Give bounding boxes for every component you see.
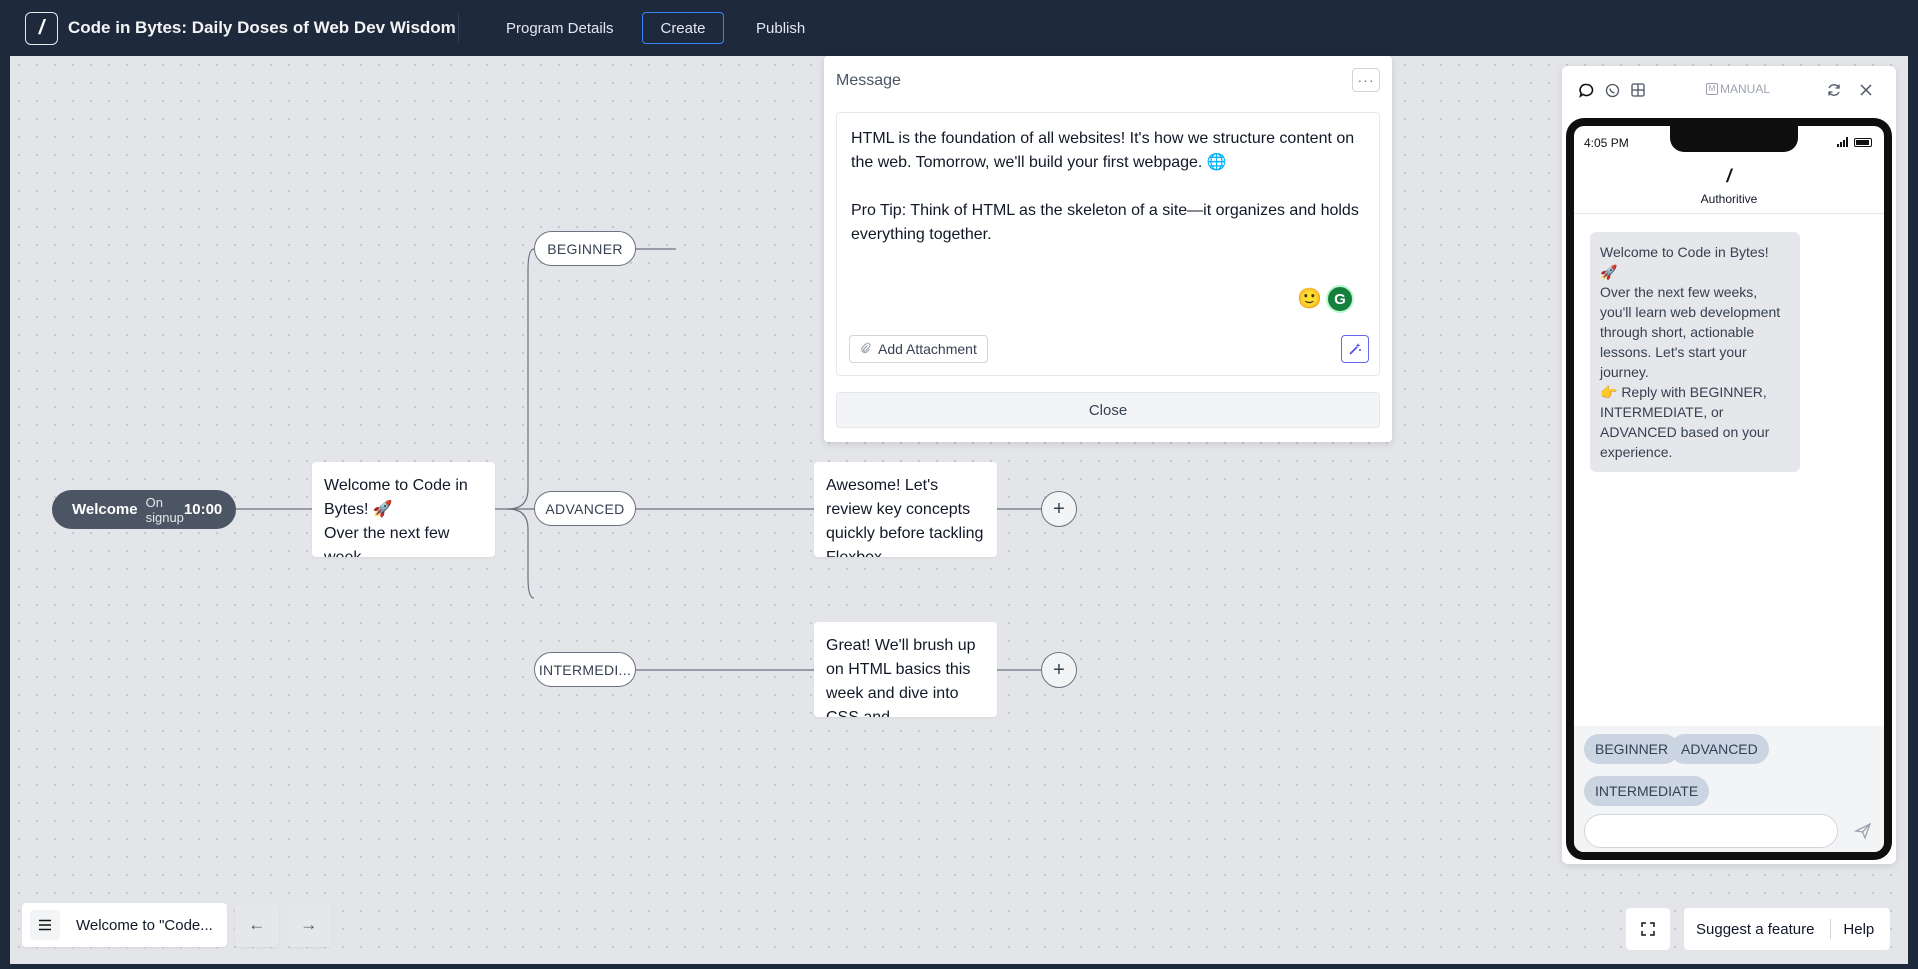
manual-mode-toggle[interactable]: M MANUAL xyxy=(1706,82,1770,96)
message-node-intermediate[interactable]: Great! We'll brush up on HTML basics thi… xyxy=(814,622,997,717)
tab-program-details[interactable]: Program Details xyxy=(491,12,629,44)
message-text[interactable]: HTML is the foundation of all websites! … xyxy=(851,127,1361,271)
chat-message-text: Welcome to Code in Bytes! 🚀 Over the nex… xyxy=(1600,244,1781,460)
branch-pill-advanced[interactable]: ADVANCED xyxy=(534,491,636,526)
signal-icon xyxy=(1837,137,1848,147)
breadcrumb-label: Welcome to "Code... xyxy=(76,916,213,934)
help-links: Suggest a feature Help xyxy=(1684,908,1891,950)
app-logo-icon[interactable]: / xyxy=(25,12,58,45)
top-bar: / Code in Bytes: Daily Doses of Web Dev … xyxy=(0,0,1918,56)
tab-publish[interactable]: Publish xyxy=(741,12,820,44)
emoji-picker-icon[interactable]: 🙂 xyxy=(1297,287,1322,311)
trigger-node-welcome[interactable]: Welcome On signup 10:00 xyxy=(52,490,236,529)
quick-reply-intermediate[interactable]: INTERMEDIATE xyxy=(1584,776,1710,806)
sender-name: Authoritive xyxy=(1700,192,1758,206)
top-divider xyxy=(458,14,459,42)
phone-preview-panel: M MANUAL 4:05 PM / Authoritive Welcome t… xyxy=(1562,66,1896,864)
phone-screen: 4:05 PM / Authoritive Welcome to Code in… xyxy=(1574,126,1884,852)
whatsapp-icon[interactable] xyxy=(1602,80,1622,100)
send-icon[interactable] xyxy=(1853,822,1872,840)
manual-mode-icon: M xyxy=(1706,83,1718,95)
branch-pill-beginner[interactable]: BEGINNER xyxy=(534,231,636,266)
hamburger-menu-icon[interactable] xyxy=(30,910,60,940)
fullscreen-icon[interactable] xyxy=(1626,908,1670,950)
phone-notch xyxy=(1670,126,1798,152)
preview-toolbar: M MANUAL xyxy=(1562,66,1896,116)
add-attachment-button[interactable]: Add Attachment xyxy=(849,335,988,363)
add-attachment-label: Add Attachment xyxy=(878,341,977,357)
status-icons xyxy=(1837,137,1872,147)
help-link[interactable]: Help xyxy=(1831,921,1890,938)
chat-message-bubble: Welcome to Code in Bytes! 🚀 Over the nex… xyxy=(1590,232,1800,472)
editor-title: Message xyxy=(836,72,901,89)
program-title: Code in Bytes: Daily Doses of Web Dev Wi… xyxy=(68,18,456,37)
close-preview-icon[interactable] xyxy=(1856,80,1876,100)
message-node-advanced[interactable]: Awesome! Let's review key concepts quick… xyxy=(814,462,997,557)
grammarly-icon[interactable]: G xyxy=(1326,285,1354,313)
refresh-icon[interactable] xyxy=(1824,80,1844,100)
ai-magic-wand-icon[interactable] xyxy=(1341,335,1369,363)
add-step-intermediate-button[interactable]: + xyxy=(1041,652,1077,688)
add-step-advanced-button[interactable]: + xyxy=(1041,491,1077,527)
breadcrumb[interactable]: Welcome to "Code... xyxy=(22,903,227,947)
paperclip-icon xyxy=(860,342,872,357)
branch-pill-intermediate[interactable]: INTERMEDI... xyxy=(534,652,636,687)
trigger-subtitle: On signup xyxy=(145,494,184,525)
grid-layout-icon[interactable] xyxy=(1628,80,1648,100)
message-paragraph: Pro Tip: Think of HTML as the skeleton o… xyxy=(851,202,1359,243)
message-paragraph: HTML is the foundation of all websites! … xyxy=(851,130,1355,171)
battery-icon xyxy=(1854,137,1872,147)
close-editor-button[interactable]: Close xyxy=(836,392,1380,428)
sender-avatar: / xyxy=(1726,165,1732,186)
phone-frame: 4:05 PM / Authoritive Welcome to Code in… xyxy=(1566,118,1892,860)
trigger-time: 10:00 xyxy=(183,501,223,518)
quick-reply-beginner[interactable]: BEGINNER xyxy=(1584,734,1680,764)
manual-mode-label: MANUAL xyxy=(1720,82,1771,96)
trigger-name: Welcome xyxy=(72,501,138,518)
chat-input[interactable] xyxy=(1584,814,1838,848)
message-editor-panel: Message ··· HTML is the foundation of al… xyxy=(824,56,1392,442)
tab-create[interactable]: Create xyxy=(642,12,724,44)
next-step-button[interactable]: → xyxy=(286,903,331,947)
message-textarea[interactable]: HTML is the foundation of all websites! … xyxy=(836,112,1380,376)
previous-step-button[interactable]: ← xyxy=(234,903,279,947)
quick-reply-area: BEGINNER ADVANCED INTERMEDIATE xyxy=(1574,726,1884,852)
more-options-icon[interactable]: ··· xyxy=(1352,68,1380,92)
quick-reply-advanced[interactable]: ADVANCED xyxy=(1670,734,1769,764)
suggest-feature-link[interactable]: Suggest a feature xyxy=(1684,921,1830,938)
chat-header: / Authoritive xyxy=(1574,158,1884,214)
status-time: 4:05 PM xyxy=(1584,136,1629,150)
message-node-welcome[interactable]: Welcome to Code in Bytes! 🚀 Over the nex… xyxy=(312,462,495,557)
bottom-navigation: Welcome to "Code... ← → xyxy=(22,903,331,947)
chat-bubble-icon[interactable] xyxy=(1576,80,1596,100)
